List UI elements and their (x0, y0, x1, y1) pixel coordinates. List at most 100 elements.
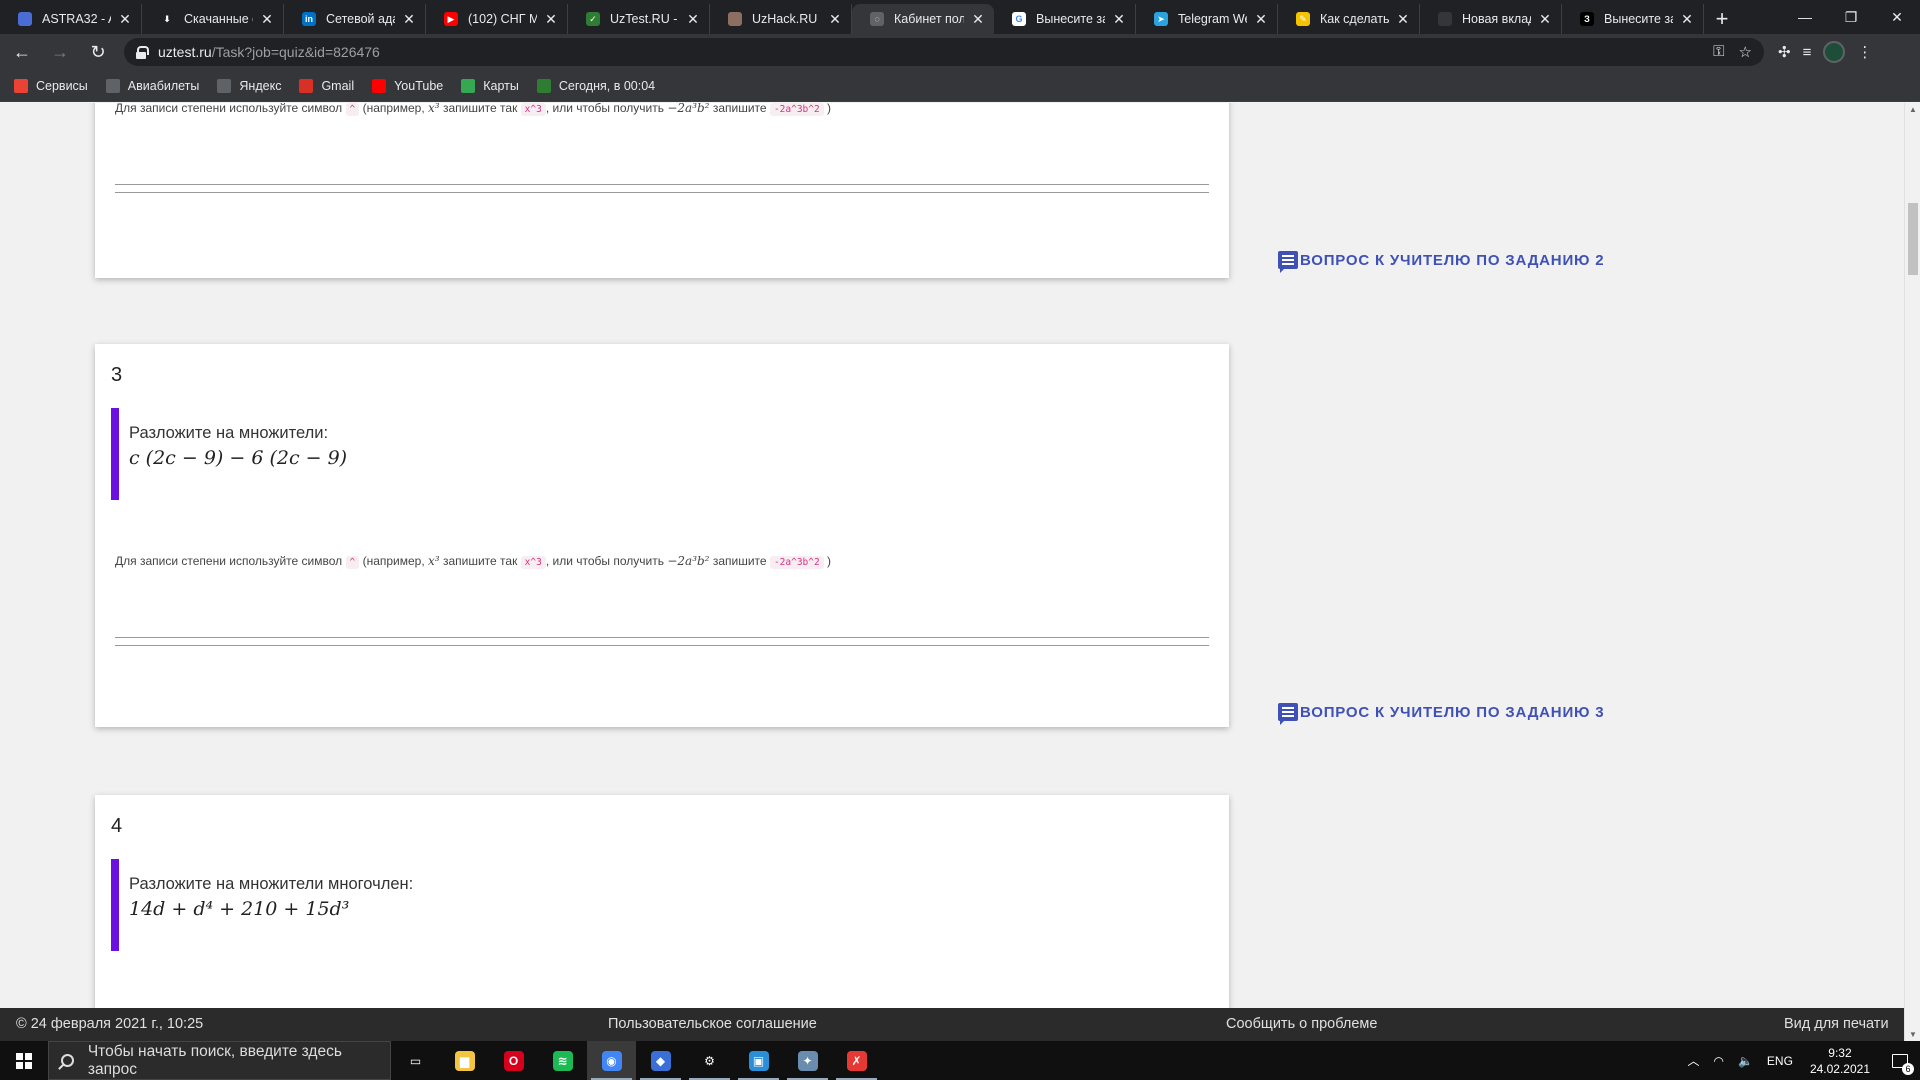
tab-close-icon[interactable]: ✕ (970, 11, 986, 28)
page-scrollbar[interactable]: ▲ ▼ (1904, 103, 1920, 1041)
tab-close-icon[interactable]: ✕ (401, 11, 417, 28)
bookmark-item[interactable]: Сегодня, в 00:04 (536, 78, 655, 93)
wifi-icon[interactable]: ◠ (1706, 1054, 1730, 1068)
extensions-icon[interactable]: ✣ (1778, 43, 1791, 61)
app-icon: ✗ (846, 1050, 867, 1071)
taskbar-app-button[interactable]: ≋ (538, 1041, 587, 1080)
hint-text: запишите так (442, 103, 518, 115)
chevron-up-icon[interactable]: ︿ (1680, 1052, 1706, 1069)
minimize-button[interactable]: — (1782, 0, 1828, 34)
browser-tab[interactable]: G Вынесите за с ✕ (994, 4, 1136, 34)
language-indicator[interactable]: ENG (1760, 1054, 1800, 1068)
taskbar-app-button[interactable]: ▆ (440, 1041, 489, 1080)
reload-button[interactable]: ↻ (82, 36, 114, 68)
browser-tab[interactable]: Новая вкладка ✕ (1420, 4, 1562, 34)
scroll-thumb[interactable] (1908, 203, 1918, 275)
ask-teacher-link-3[interactable]: ВОПРОС К УЧИТЕЛЮ ПО ЗАДАНИЮ 3 (1278, 703, 1604, 725)
answer-input-3[interactable] (115, 637, 1209, 646)
taskbar-app-button[interactable]: ✦ (783, 1041, 832, 1080)
restore-button[interactable]: ❐ (1828, 0, 1874, 34)
task-number: 3 (111, 364, 123, 386)
start-button[interactable] (0, 1041, 48, 1080)
tab-title: UzHack.RU - о (752, 12, 821, 26)
taskbar-app-button[interactable]: ▣ (734, 1041, 783, 1080)
tab-close-icon[interactable]: ✕ (543, 11, 559, 28)
notification-center-button[interactable]: 6 (1880, 1041, 1920, 1080)
hint-code: x^3 (520, 556, 546, 569)
hint-text: запишите (712, 103, 767, 115)
tab-close-icon[interactable]: ✕ (1395, 11, 1411, 28)
browser-tab[interactable]: ASTRA32 - Ad ✕ (0, 4, 142, 34)
volume-icon[interactable]: 🔈 (1731, 1054, 1760, 1068)
browser-tab[interactable]: З Вынесите за с ✕ (1562, 4, 1704, 34)
bookmark-icon (372, 78, 387, 93)
key-icon[interactable]: ⚿ (1713, 43, 1724, 61)
tab-close-icon[interactable]: ✕ (1679, 11, 1695, 28)
back-button[interactable]: ← (6, 36, 38, 68)
media-control-icon[interactable]: ≡ (1803, 44, 1812, 61)
bookmark-item[interactable]: Авиабилеты (105, 78, 199, 93)
favicon-icon: ➤ (1154, 12, 1168, 26)
footer-agreement-link[interactable]: Пользовательское соглашение (608, 1016, 817, 1032)
hint-code: ^ (345, 556, 360, 569)
browser-tab[interactable]: ◌ Кабинет поль ✕ (852, 4, 994, 34)
hint-math: x³ (428, 103, 440, 115)
footer-report-link[interactable]: Сообщить о проблеме (1226, 1016, 1377, 1032)
star-icon[interactable]: ☆ (1739, 43, 1752, 61)
browser-tab[interactable]: ✓ UzTest.RU - Бе ✕ (568, 4, 710, 34)
bookmark-item[interactable]: Карты (461, 78, 519, 93)
browser-tab[interactable]: UzHack.RU - о ✕ (710, 4, 852, 34)
profile-avatar[interactable] (1823, 41, 1846, 63)
hint-code: -2a^3b^2 (769, 556, 824, 569)
tab-close-icon[interactable]: ✕ (259, 11, 275, 28)
bookmark-icon (105, 78, 120, 93)
taskbar-app-button[interactable]: ⚙ (685, 1041, 734, 1080)
bookmark-item[interactable]: Gmail (299, 78, 355, 93)
bookmark-label: Gmail (321, 78, 355, 93)
tab-list: ASTRA32 - Ad ✕ ⬇ Скачанные фа ✕ in Сетевой ада… (0, 4, 1704, 34)
lock-icon[interactable] (136, 46, 149, 59)
browser-tab[interactable]: in Сетевой адап ✕ (284, 4, 426, 34)
taskbar-app-button[interactable]: ◉ (587, 1041, 636, 1080)
tab-close-icon[interactable]: ✕ (117, 11, 133, 28)
browser-tab[interactable]: ▶ (102) СНГ МАЙ ✕ (426, 4, 568, 34)
taskbar-app-button[interactable]: ▭ (391, 1041, 440, 1080)
page-viewport: Для записи степени используйте символ ^ … (0, 103, 1904, 1008)
ask-teacher-link-2[interactable]: ВОПРОС К УЧИТЕЛЮ ПО ЗАДАНИЮ 2 (1278, 251, 1604, 273)
taskbar-app-button[interactable]: ✗ (832, 1041, 881, 1080)
tab-close-icon[interactable]: ✕ (685, 11, 701, 28)
tab-close-icon[interactable]: ✕ (827, 11, 843, 28)
browser-tab[interactable]: ✎ Как сделать с ✕ (1278, 4, 1420, 34)
taskbar-search[interactable]: Чтобы начать поиск, введите здесь запрос (48, 1041, 391, 1080)
taskbar-app-button[interactable]: ◆ (636, 1041, 685, 1080)
tab-close-icon[interactable]: ✕ (1537, 11, 1553, 28)
tab-close-icon[interactable]: ✕ (1253, 11, 1269, 28)
menu-icon[interactable]: ⋮ (1857, 43, 1872, 61)
forward-button[interactable]: → (44, 36, 76, 68)
scroll-up-icon[interactable]: ▲ (1908, 105, 1918, 114)
bookmark-item[interactable]: Сервисы (14, 78, 88, 93)
tab-title: UzTest.RU - Бе (610, 12, 679, 26)
taskbar-app-button[interactable]: O (489, 1041, 538, 1080)
answer-input-2[interactable] (115, 184, 1209, 193)
close-window-button[interactable]: ✕ (1874, 0, 1920, 34)
clock[interactable]: 9:32 24.02.2021 (1800, 1045, 1880, 1077)
bookmark-item[interactable]: Яндекс (217, 78, 281, 93)
tab-close-icon[interactable]: ✕ (1111, 11, 1127, 28)
browser-tab[interactable]: ⬇ Скачанные фа ✕ (142, 4, 284, 34)
bookmark-item[interactable]: YouTube (372, 78, 443, 93)
task-number: 4 (111, 815, 123, 837)
clock-date: 24.02.2021 (1809, 1061, 1870, 1076)
tab-title: Telegram Web (1178, 12, 1247, 26)
footer-print-link[interactable]: Вид для печати (1784, 1016, 1889, 1032)
power-hint: Для записи степени используйте символ ^ … (115, 103, 831, 116)
app-icon: ◆ (650, 1050, 671, 1071)
new-tab-button[interactable]: + (1704, 4, 1740, 34)
search-placeholder: Чтобы начать поиск, введите здесь запрос (87, 1042, 342, 1078)
bookmarks-bar: Сервисы Авиабилеты Яндекс Gmail YouTube Карты… (0, 70, 1920, 102)
browser-tab[interactable]: ➤ Telegram Web ✕ (1136, 4, 1278, 34)
address-bar[interactable]: uztest.ru/Task?job=quiz&id=826476 ⚿ ☆ (124, 38, 1764, 66)
browser-toolbar: ← → ↻ uztest.ru/Task?job=quiz&id=826476 … (0, 34, 1920, 70)
bookmark-icon (299, 78, 314, 93)
scroll-down-icon[interactable]: ▼ (1908, 1030, 1918, 1039)
